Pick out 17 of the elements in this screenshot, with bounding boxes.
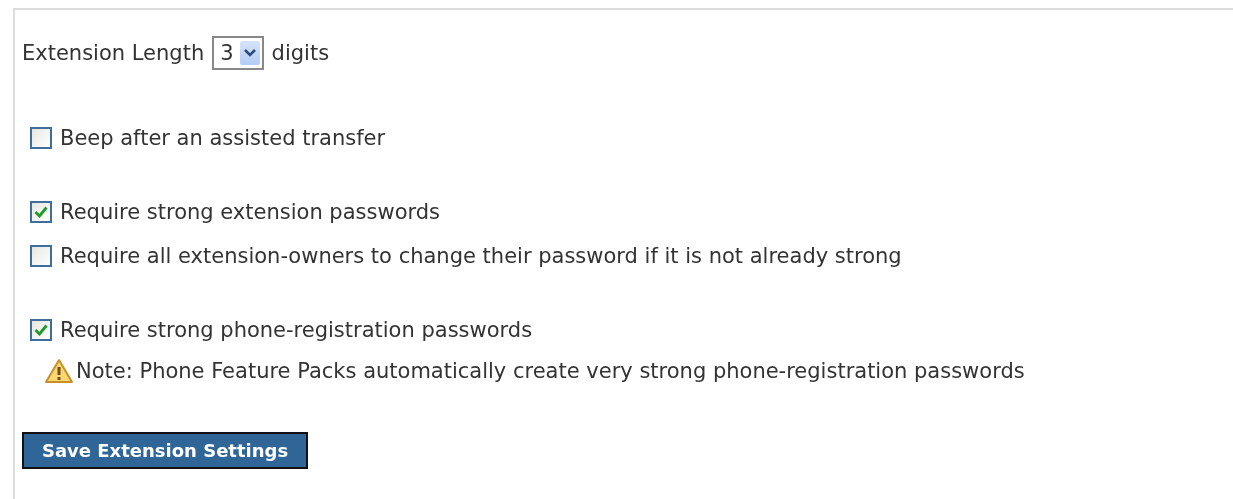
warning-icon [44, 358, 74, 384]
chevron-down-icon [239, 41, 260, 65]
checkbox[interactable] [30, 319, 52, 341]
length-select[interactable]: 3 [212, 36, 264, 70]
checkmark-icon [34, 324, 48, 336]
unit-label: digits [271, 41, 330, 65]
checkbox-label: Require strong phone-registration passwords [60, 318, 533, 342]
field-label: Extension Length [22, 41, 205, 65]
checkbox[interactable] [30, 201, 52, 223]
checkbox[interactable] [30, 245, 52, 267]
checkbox-label: Require all extension-owners to change their password if it is not already strong [60, 244, 902, 268]
save-button[interactable]: Save Extension Settings [22, 432, 309, 469]
checkbox-label: Beep after an assisted transfer [60, 126, 386, 150]
checkbox[interactable] [30, 127, 52, 149]
checkbox-label: Require strong extension passwords [60, 200, 440, 224]
checkmark-icon [34, 206, 48, 218]
note-text: Note: Phone Feature Packs automatically create very strong phone-registration passwords [76, 359, 1025, 383]
